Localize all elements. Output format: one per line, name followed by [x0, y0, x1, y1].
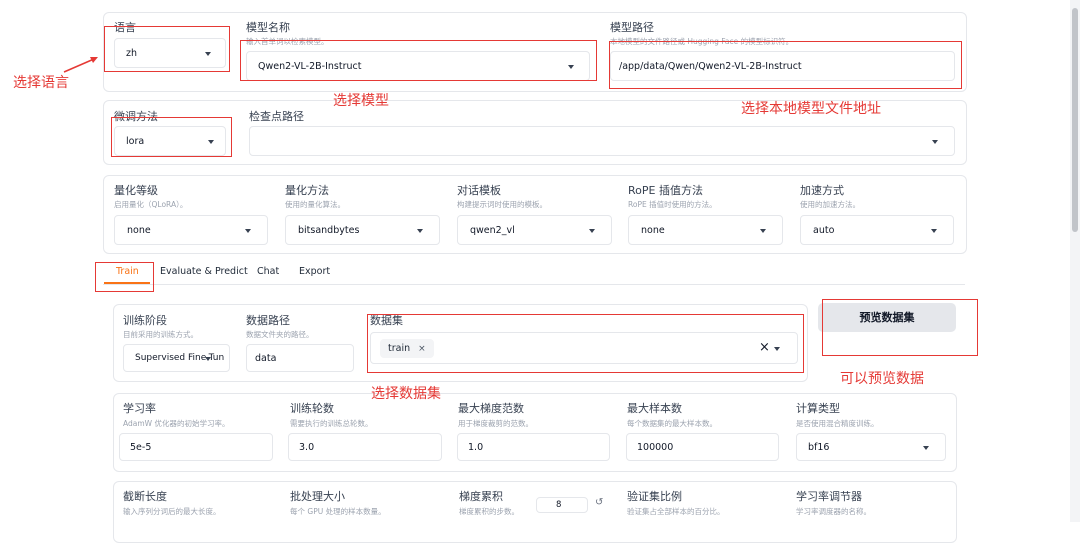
chevron-down-icon	[245, 229, 251, 233]
tab-bar	[103, 284, 965, 285]
stage-info: 目前采用的训练方式。	[123, 330, 198, 339]
chevron-down-icon	[923, 446, 929, 450]
tab-export[interactable]: Export	[299, 266, 330, 277]
annotation-dataset: 选择数据集	[371, 386, 441, 402]
dataset-dir-info: 数据文件夹的路径。	[246, 330, 314, 339]
quant-method-label: 量化方法	[285, 184, 329, 197]
lr-label: 学习率	[123, 402, 156, 415]
model-path-label: 模型路径	[610, 21, 654, 34]
scheduler-label: 学习率调节器	[796, 490, 862, 503]
dataset-dir-input[interactable]: data	[246, 344, 354, 372]
quant-method-info: 使用的量化算法。	[285, 200, 345, 209]
grad-accum-info: 梯度累积的步数。	[459, 507, 519, 516]
reset-icon[interactable]: ↺	[595, 497, 603, 508]
lr-info: AdamW 优化器的初始学习率。	[123, 419, 230, 428]
stage-label: 训练阶段	[123, 314, 167, 327]
cutoff-info: 输入序列分词后的最大长度。	[123, 507, 221, 516]
annotation-path: 选择本地模型文件地址	[741, 101, 881, 117]
compute-type-select[interactable]: bf16	[796, 433, 946, 461]
booster-select[interactable]: auto	[800, 215, 954, 245]
chevron-down-icon	[589, 229, 595, 233]
max-samples-input[interactable]: 100000	[626, 433, 779, 461]
rope-info: RoPE 插值时使用的方法。	[628, 200, 717, 209]
epochs-label: 训练轮数	[290, 402, 334, 415]
quant-bit-label: 量化等级	[114, 184, 158, 197]
highlight-finetune	[111, 117, 232, 157]
checkpoint-label: 检查点路径	[249, 110, 304, 123]
scrollbar-thumb[interactable]	[1072, 8, 1078, 232]
highlight-model	[240, 40, 597, 81]
max-samples-info: 每个数据集的最大样本数。	[627, 419, 717, 428]
highlight-train-tab	[95, 262, 154, 292]
max-grad-input[interactable]: 1.0	[457, 433, 610, 461]
rope-label: RoPE 插值方法	[628, 184, 703, 197]
cutoff-label: 截断长度	[123, 490, 167, 503]
val-size-label: 验证集比例	[627, 490, 682, 503]
quant-method-select[interactable]: bitsandbytes	[285, 215, 440, 245]
lr-input[interactable]: 5e-5	[119, 433, 273, 461]
max-samples-label: 最大样本数	[627, 402, 682, 415]
grad-accum-label: 梯度累积	[459, 490, 503, 503]
rope-select[interactable]: none	[628, 215, 783, 245]
arrow-icon	[63, 57, 98, 73]
chevron-down-icon	[205, 357, 211, 361]
tab-evaluate[interactable]: Evaluate & Predict	[160, 266, 248, 277]
template-select[interactable]: qwen2_vl	[457, 215, 612, 245]
booster-label: 加速方式	[800, 184, 844, 197]
grad-accum-number[interactable]: 8	[536, 497, 588, 513]
annotation-preview: 可以预览数据	[840, 371, 924, 387]
highlight-path	[609, 41, 962, 89]
tab-chat[interactable]: Chat	[257, 266, 279, 277]
compute-type-label: 计算类型	[796, 402, 840, 415]
template-info: 构建提示词时使用的模板。	[457, 200, 547, 209]
batch-info: 每个 GPU 处理的样本数量。	[290, 507, 386, 516]
stage-select[interactable]: Supervised Fine-Tun	[123, 344, 230, 372]
checkpoint-select[interactable]	[249, 126, 955, 156]
booster-info: 使用的加速方法。	[800, 200, 860, 209]
template-label: 对话模板	[457, 184, 501, 197]
dataset-dir-label: 数据路径	[246, 314, 290, 327]
highlight-preview	[822, 299, 978, 356]
batch-label: 批处理大小	[290, 490, 345, 503]
highlight-lang	[104, 26, 230, 72]
chevron-down-icon	[760, 229, 766, 233]
highlight-dataset	[367, 314, 804, 373]
chevron-down-icon	[417, 229, 423, 233]
scheduler-info: 学习率调度器的名称。	[796, 507, 871, 516]
compute-type-info: 是否使用混合精度训练。	[796, 419, 879, 428]
chevron-down-icon	[931, 229, 937, 233]
scrollbar[interactable]	[1070, 0, 1080, 522]
annotation-model: 选择模型	[333, 93, 389, 109]
epochs-info: 需要执行的训练总轮数。	[290, 419, 373, 428]
chevron-down-icon	[932, 140, 938, 144]
max-grad-label: 最大梯度范数	[458, 402, 524, 415]
quant-bit-select[interactable]: none	[114, 215, 268, 245]
model-name-label: 模型名称	[246, 21, 290, 34]
max-grad-info: 用于梯度裁剪的范数。	[458, 419, 533, 428]
quant-bit-info: 启用量化（QLoRA）。	[114, 200, 188, 209]
val-size-info: 验证集占全部样本的百分比。	[627, 507, 725, 516]
epochs-input[interactable]: 3.0	[288, 433, 442, 461]
